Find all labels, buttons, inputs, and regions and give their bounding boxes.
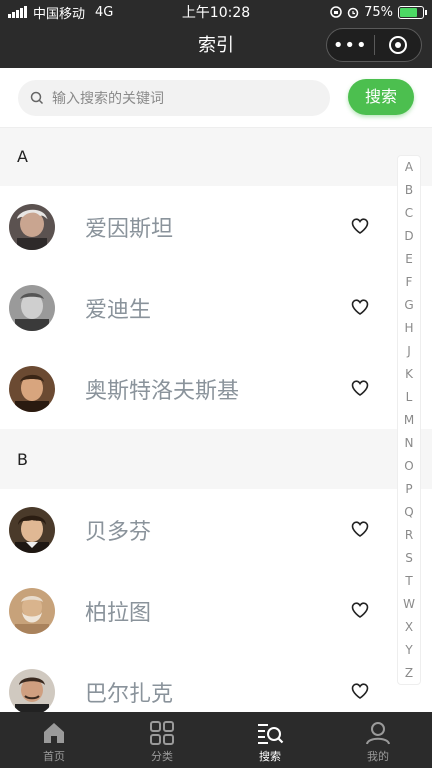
close-button[interactable] [375,36,422,54]
avatar [9,668,55,712]
search-button[interactable]: 搜索 [348,79,414,115]
heart-icon[interactable] [351,521,369,537]
person-name: 柏拉图 [85,600,152,626]
index-letter[interactable]: G [404,296,413,314]
person-name: 爱迪生 [85,297,152,323]
index-letter[interactable]: N [405,434,414,452]
index-letter[interactable]: M [404,411,414,429]
index-letter[interactable]: S [405,549,413,567]
search-input[interactable]: 输入搜索的关键词 [18,80,330,116]
list-item[interactable]: 巴尔扎克 [0,651,432,712]
tab-mine[interactable]: 我的 [324,712,432,768]
list-item[interactable]: 贝多芬 [0,489,432,570]
list-item[interactable]: 爱因斯坦 [0,186,432,267]
index-letter[interactable]: B [405,181,413,199]
target-icon [388,36,407,54]
index-letter[interactable]: D [404,227,413,245]
person-name: 爱因斯坦 [85,216,174,242]
person-name: 奥斯特洛夫斯基 [85,378,240,404]
index-letter[interactable]: C [405,204,413,222]
heart-icon[interactable] [351,218,369,234]
person-name: 贝多芬 [85,519,152,545]
index-letter[interactable]: W [403,595,415,613]
index-letter[interactable]: L [406,388,413,406]
tab-search[interactable]: 搜索 [216,712,324,768]
index-letter[interactable]: R [405,526,413,544]
section-header-a: A [0,128,432,186]
heart-icon[interactable] [351,602,369,618]
index-letter[interactable]: Z [405,664,413,682]
index-letter[interactable]: X [405,618,413,636]
list-item[interactable]: 奥斯特洛夫斯基 [0,348,432,429]
tab-category[interactable]: 分类 [108,712,216,768]
person-name: 巴尔扎克 [85,681,174,707]
user-icon [366,722,390,745]
tab-bar: 首页 分类 搜索 我的 [0,712,432,768]
index-letter[interactable]: T [405,572,412,590]
mini-program-capsule: ••• [326,28,422,62]
home-icon [44,723,64,743]
list-item[interactable]: 爱迪生 [0,267,432,348]
avatar [9,284,55,331]
heart-icon[interactable] [351,683,369,699]
section-header-b: B [0,431,432,489]
status-bar: 中国移动 4G 上午10:28 75% [0,0,432,24]
index-list: A 爱因斯坦 爱迪生 奥斯特洛夫斯基 B 贝多芬 柏拉图 巴尔扎克 [0,128,432,712]
navigation-bar: 索引 ••• [0,24,432,68]
heart-icon[interactable] [351,380,369,396]
rotation-lock-icon [330,6,342,18]
index-letter[interactable]: P [405,480,412,498]
search-list-icon [258,724,284,744]
index-letter[interactable]: J [407,342,411,360]
index-letter[interactable]: H [404,319,413,337]
tab-label: 搜索 [259,750,281,763]
alphabet-index-bar[interactable]: ABCDEFGHJKLMNOPQRSTWXYZ [397,155,421,685]
heart-icon[interactable] [351,299,369,315]
search-icon [30,91,44,105]
alarm-icon [347,7,359,18]
search-bar: 输入搜索的关键词 搜索 [0,68,432,128]
index-letter[interactable]: K [405,365,413,383]
index-letter[interactable]: E [405,250,413,268]
index-letter[interactable]: O [404,457,413,475]
avatar [9,365,55,412]
list-item[interactable]: 柏拉图 [0,570,432,651]
grid-icon [150,721,174,745]
battery-icon [398,5,427,19]
search-placeholder: 输入搜索的关键词 [52,91,164,107]
more-button[interactable]: ••• [327,35,374,56]
index-letter[interactable]: A [405,158,413,176]
index-letter[interactable]: F [406,273,413,291]
tab-label: 分类 [151,750,173,763]
battery-percent: 75% [364,4,393,20]
index-letter[interactable]: Y [405,641,412,659]
avatar [9,203,55,250]
tab-label: 首页 [43,750,65,763]
tab-home[interactable]: 首页 [0,712,108,768]
tab-label: 我的 [367,750,389,763]
avatar [9,506,55,553]
avatar [9,587,55,634]
index-letter[interactable]: Q [404,503,413,521]
